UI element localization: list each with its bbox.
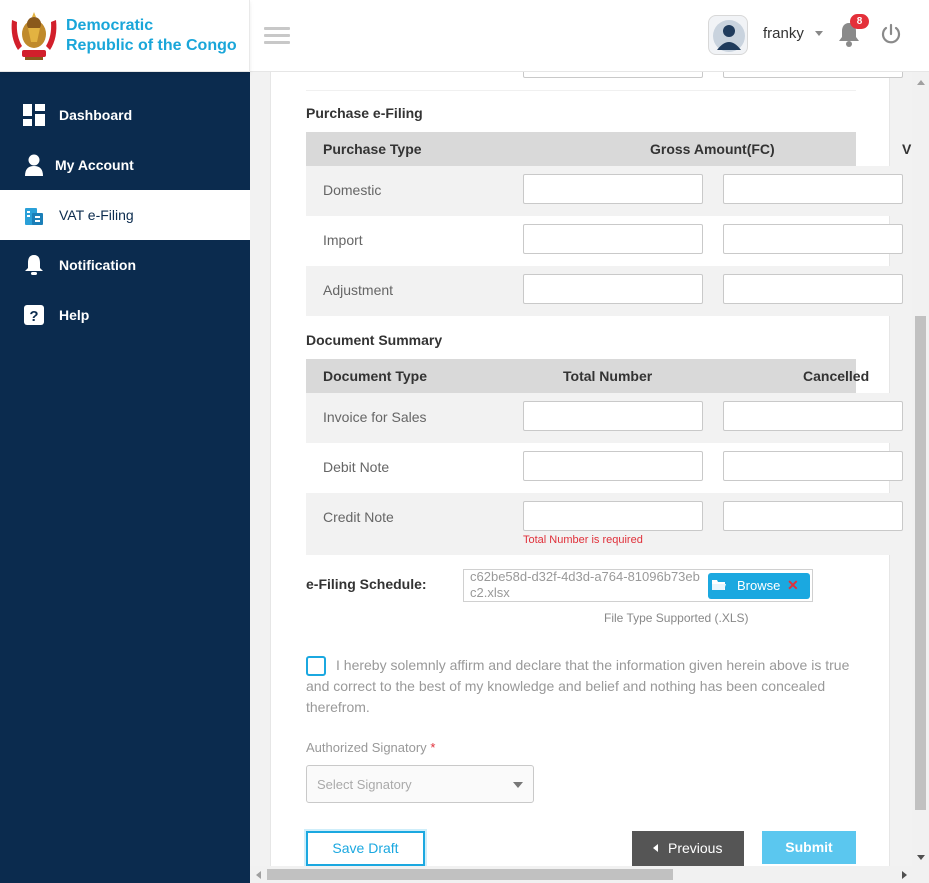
- logout-power-icon[interactable]: [880, 22, 902, 46]
- horizontal-scrollbar[interactable]: [250, 866, 929, 883]
- cancelled-input[interactable]: [723, 451, 903, 481]
- column-header: Document Type: [323, 368, 427, 384]
- declaration-text: I hereby solemnly affirm and declare tha…: [306, 657, 850, 715]
- table-row: Domestic: [306, 166, 912, 216]
- previous-button[interactable]: Previous: [632, 831, 744, 866]
- vertical-scrollbar[interactable]: [912, 72, 929, 866]
- save-draft-button[interactable]: Save Draft: [306, 831, 425, 866]
- uploaded-filename: c62be58d-d32f-4d3d-a764-81096b73ebc2.xls…: [470, 569, 700, 600]
- caret-left-icon: [653, 844, 658, 852]
- declaration-checkbox[interactable]: [306, 656, 326, 676]
- vat-amount-input[interactable]: [723, 224, 903, 254]
- avatar-silhouette-icon: [713, 20, 745, 52]
- column-header: Purchase Type: [323, 141, 422, 157]
- vat-amount-input[interactable]: [723, 274, 903, 304]
- partial-input[interactable]: [723, 72, 903, 78]
- brand[interactable]: Democratic Republic of the Congo: [0, 0, 250, 72]
- sidebar-item-dashboard[interactable]: Dashboard: [0, 90, 250, 140]
- dashboard-icon: [22, 103, 46, 127]
- gross-amount-input[interactable]: [523, 174, 703, 204]
- main-content: Purchase e-Filing Purchase Type Gross Am…: [250, 72, 912, 866]
- user-dropdown-caret-icon[interactable]: [815, 31, 823, 36]
- validation-error: Total Number is required: [523, 534, 643, 546]
- svg-text:?: ?: [29, 308, 38, 325]
- folder-open-icon: [712, 580, 726, 590]
- username[interactable]: franky: [763, 25, 804, 42]
- scroll-down-icon[interactable]: [917, 855, 925, 860]
- file-type-hint: File Type Supported (.XLS): [604, 611, 749, 625]
- column-header: Total Number: [563, 368, 653, 384]
- browse-label: Browse: [737, 578, 781, 593]
- partial-input[interactable]: [523, 72, 703, 78]
- sidebar-item-label: Notification: [59, 257, 136, 273]
- scrollbar-thumb[interactable]: [915, 316, 926, 810]
- user-icon: [22, 153, 46, 177]
- document-table-header: Document Type Total Number: [306, 359, 856, 393]
- sidebar-item-vat-e-filing[interactable]: VAT e-Filing: [0, 190, 250, 240]
- total-number-input[interactable]: [523, 501, 703, 531]
- column-header: Gross Amount(FC): [650, 141, 775, 157]
- signatory-label-text: Authorized Signatory: [306, 740, 427, 755]
- cancelled-input[interactable]: [723, 501, 903, 531]
- row-label: Adjustment: [323, 282, 394, 298]
- browse-button[interactable]: Browse ✕: [708, 573, 810, 599]
- purchase-section-title: Purchase e-Filing: [306, 105, 423, 121]
- required-marker: *: [430, 740, 436, 755]
- table-row: Adjustment: [306, 266, 912, 316]
- document-section-title: Document Summary: [306, 332, 443, 348]
- vat-amount-input[interactable]: [723, 174, 903, 204]
- gross-amount-input[interactable]: [523, 274, 703, 304]
- menu-toggle-icon[interactable]: [264, 27, 290, 45]
- row-label: Debit Note: [323, 459, 390, 475]
- row-label: Import: [323, 232, 363, 248]
- table-row: Debit Note: [306, 443, 912, 493]
- table-row: Credit Note Total Number is required: [306, 493, 912, 555]
- sidebar-item-my-account[interactable]: My Account: [0, 140, 250, 190]
- previous-label: Previous: [668, 840, 723, 856]
- schedule-label: e-Filing Schedule:: [306, 576, 427, 592]
- signatory-label: Authorized Signatory *: [306, 740, 435, 755]
- brand-line-1: Democratic: [66, 17, 154, 34]
- bell-icon: [22, 253, 46, 277]
- help-icon: ?: [22, 303, 46, 327]
- notification-count-badge: 8: [850, 14, 869, 29]
- schedule-file-input[interactable]: c62be58d-d32f-4d3d-a764-81096b73ebc2.xls…: [463, 569, 813, 602]
- total-number-input[interactable]: [523, 401, 703, 431]
- sidebar-item-label: Dashboard: [59, 107, 133, 123]
- row-label: Credit Note: [323, 509, 394, 525]
- sidebar-item-label: VAT e-Filing: [59, 207, 134, 223]
- sidebar-item-help[interactable]: ? Help: [0, 290, 250, 340]
- gross-amount-input[interactable]: [523, 224, 703, 254]
- sidebar-item-label: Help: [59, 307, 90, 323]
- scrollbar-thumb[interactable]: [267, 869, 673, 880]
- chevron-down-icon: [513, 782, 523, 788]
- coat-of-arms-logo: [11, 12, 57, 60]
- sidebar-item-notification[interactable]: Notification: [0, 240, 250, 290]
- submit-button[interactable]: Submit: [762, 831, 856, 864]
- purchase-table-header: Purchase Type Gross Amount(FC): [306, 132, 856, 166]
- table-row: Invoice for Sales: [306, 393, 912, 443]
- column-header-partial: V: [902, 141, 912, 157]
- scroll-right-icon[interactable]: [902, 871, 907, 879]
- signatory-placeholder: Select Signatory: [317, 777, 412, 792]
- scroll-up-icon[interactable]: [917, 80, 925, 85]
- brand-line-2: Republic of the Congo: [66, 37, 237, 54]
- sidebar: Dashboard My Account VAT e-Filing Notifi…: [0, 72, 250, 883]
- vat-filing-icon: [22, 203, 46, 227]
- cancelled-input[interactable]: [723, 401, 903, 431]
- column-header: Cancelled: [803, 368, 870, 384]
- remove-file-icon[interactable]: ✕: [787, 577, 799, 594]
- signatory-select[interactable]: Select Signatory: [306, 765, 534, 803]
- row-label: Invoice for Sales: [323, 409, 427, 425]
- user-avatar[interactable]: [708, 15, 748, 55]
- top-bar: Democratic Republic of the Congo franky …: [0, 0, 929, 72]
- sidebar-item-label: My Account: [55, 157, 134, 173]
- total-number-input[interactable]: [523, 451, 703, 481]
- table-row: Import: [306, 216, 912, 266]
- row-label: Domestic: [323, 182, 382, 198]
- brand-name: Democratic Republic of the Congo: [66, 16, 237, 56]
- scroll-left-icon[interactable]: [256, 871, 261, 879]
- section-divider: [306, 90, 856, 91]
